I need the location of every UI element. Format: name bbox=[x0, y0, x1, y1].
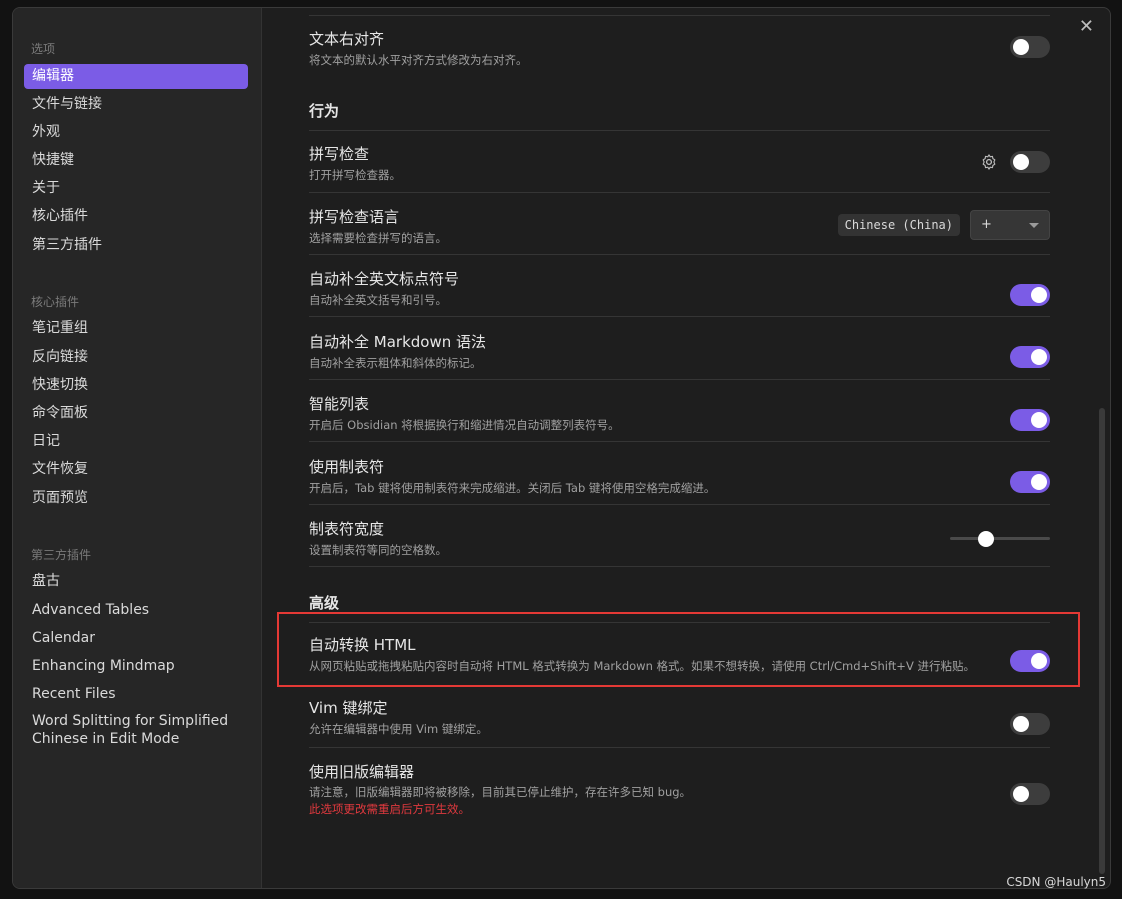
sidebar-item-quick-switcher[interactable]: 快速切换 bbox=[24, 373, 248, 398]
sidebar-item-file-recovery[interactable]: 文件恢复 bbox=[24, 457, 248, 482]
setting-title: Vim 键绑定 bbox=[309, 699, 388, 717]
setting-spellcheck: 拼写检查 打开拼写检查器。 bbox=[309, 130, 1050, 193]
setting-auto-pair-brackets: 自动补全英文标点符号 自动补全英文括号和引号。 bbox=[309, 254, 1050, 317]
setting-title: 智能列表 bbox=[309, 395, 370, 413]
setting-vim-keys: Vim 键绑定 允许在编辑器中使用 Vim 键绑定。 bbox=[309, 685, 1050, 748]
sidebar-item-note-composer[interactable]: 笔记重组 bbox=[24, 316, 248, 341]
spellcheck-toggle[interactable] bbox=[1010, 151, 1050, 173]
sidebar-item-backlinks[interactable]: 反向链接 bbox=[24, 345, 248, 370]
sidebar-item-advanced-tables[interactable]: Advanced Tables bbox=[24, 598, 248, 623]
setting-warning: 此选项更改需重启后方可生效。 bbox=[309, 802, 470, 816]
sidebar-item-pangu[interactable]: 盘古 bbox=[24, 569, 248, 594]
close-icon[interactable]: ✕ bbox=[1079, 16, 1094, 37]
use-tabs-toggle[interactable] bbox=[1010, 471, 1050, 493]
toggle-knob bbox=[1031, 474, 1047, 490]
setting-desc: 允许在编辑器中使用 Vim 键绑定。 bbox=[309, 722, 488, 736]
sidebar-item-appearance[interactable]: 外观 bbox=[24, 120, 248, 145]
smart-lists-toggle[interactable] bbox=[1010, 409, 1050, 431]
toggle-knob bbox=[1013, 716, 1029, 732]
tab-size-slider[interactable] bbox=[950, 537, 1050, 540]
setting-tab-size: 制表符宽度 设置制表符等同的空格数。 bbox=[309, 504, 1050, 567]
sidebar-item-core-plugins[interactable]: 核心插件 bbox=[24, 204, 248, 229]
watermark: CSDN @Haulyn5 bbox=[1006, 875, 1106, 889]
setting-desc: 自动补全英文括号和引号。 bbox=[309, 293, 447, 307]
sidebar-item-daily-notes[interactable]: 日记 bbox=[24, 429, 248, 454]
setting-legacy-editor: 使用旧版编辑器 请注意，旧版编辑器即将被移除，目前其已停止维护，存在许多已知 b… bbox=[309, 747, 1050, 828]
toggle-knob bbox=[1013, 39, 1029, 55]
auto-pair-markdown-toggle[interactable] bbox=[1010, 346, 1050, 368]
sidebar-heading-third-party: 第三方插件 bbox=[31, 548, 92, 562]
setting-desc: 自动补全表示粗体和斜体的标记。 bbox=[309, 356, 482, 370]
setting-right-align: 文本右对齐 将文本的默认水平对齐方式修改为右对齐。 bbox=[309, 26, 1050, 70]
setting-spellcheck-language: 拼写检查语言 选择需要检查拼写的语言。 Chinese (China) + bbox=[309, 192, 1050, 255]
gear-icon[interactable] bbox=[980, 153, 998, 171]
sidebar-item-recent-files[interactable]: Recent Files bbox=[24, 682, 248, 707]
sidebar-item-page-preview[interactable]: 页面预览 bbox=[24, 486, 248, 511]
toggle-knob bbox=[1013, 154, 1029, 170]
setting-title: 使用制表符 bbox=[309, 458, 385, 476]
right-align-toggle[interactable] bbox=[1010, 36, 1050, 58]
sidebar-item-hotkeys[interactable]: 快捷键 bbox=[24, 148, 248, 173]
setting-title: 拼写检查 bbox=[309, 145, 370, 163]
sidebar-item-about[interactable]: 关于 bbox=[24, 176, 248, 201]
toggle-knob bbox=[1013, 786, 1029, 802]
section-heading-behavior: 行为 bbox=[309, 102, 340, 120]
setting-title: 拼写检查语言 bbox=[309, 208, 400, 226]
setting-desc: 请注意，旧版编辑器即将被移除，目前其已停止维护，存在许多已知 bug。 bbox=[309, 785, 692, 799]
sidebar-item-files-links[interactable]: 文件与链接 bbox=[24, 92, 248, 117]
sidebar-item-community-plugins[interactable]: 第三方插件 bbox=[24, 233, 248, 258]
select-value: + bbox=[981, 217, 992, 232]
sidebar-item-enhancing-mindmap[interactable]: Enhancing Mindmap bbox=[24, 654, 248, 679]
setting-title: 文本右对齐 bbox=[309, 30, 385, 48]
vim-keys-toggle[interactable] bbox=[1010, 713, 1050, 735]
language-select[interactable]: + bbox=[970, 210, 1050, 240]
sidebar-heading-options: 选项 bbox=[31, 42, 56, 56]
setting-title: 自动补全英文标点符号 bbox=[309, 270, 460, 288]
settings-content: ✕ 文本右对齐 将文本的默认水平对齐方式修改为右对齐。 行为 拼写检查 打开拼写… bbox=[262, 8, 1110, 888]
sidebar-item-editor[interactable]: 编辑器 bbox=[24, 64, 248, 89]
toggle-knob bbox=[1031, 412, 1047, 428]
setting-use-tabs: 使用制表符 开启后，Tab 键将使用制表符来完成缩进。关闭后 Tab 键将使用空… bbox=[309, 441, 1050, 504]
toggle-knob bbox=[1031, 287, 1047, 303]
setting-desc: 设置制表符等同的空格数。 bbox=[309, 543, 447, 557]
setting-auto-pair-markdown: 自动补全 Markdown 语法 自动补全表示粗体和斜体的标记。 bbox=[309, 316, 1050, 379]
section-heading-advanced: 高级 bbox=[309, 594, 340, 612]
chevron-down-icon bbox=[1029, 223, 1039, 228]
setting-desc: 开启后 Obsidian 将根据换行和缩进情况自动调整列表符号。 bbox=[309, 418, 620, 432]
sidebar-item-command-palette[interactable]: 命令面板 bbox=[24, 401, 248, 426]
content-scrollbar[interactable] bbox=[1099, 408, 1105, 874]
setting-desc: 将文本的默认水平对齐方式修改为右对齐。 bbox=[309, 53, 528, 67]
setting-title: 使用旧版编辑器 bbox=[309, 763, 415, 781]
sidebar-item-calendar[interactable]: Calendar bbox=[24, 626, 248, 651]
sidebar-item-word-splitting[interactable]: Word Splitting for Simplified Chinese in… bbox=[24, 710, 248, 750]
divider bbox=[309, 566, 1050, 567]
language-chip[interactable]: Chinese (China) bbox=[837, 214, 960, 236]
setting-desc: 开启后，Tab 键将使用制表符来完成缩进。关闭后 Tab 键将使用空格完成缩进。 bbox=[309, 481, 716, 495]
settings-modal: 选项 编辑器 文件与链接 外观 快捷键 关于 核心插件 第三方插件 核心插件 笔… bbox=[12, 7, 1111, 889]
setting-title: 自动补全 Markdown 语法 bbox=[309, 333, 486, 351]
slider-handle[interactable] bbox=[978, 531, 994, 547]
highlight-box bbox=[277, 612, 1080, 687]
setting-desc: 选择需要检查拼写的语言。 bbox=[309, 231, 447, 245]
sidebar-heading-core: 核心插件 bbox=[31, 295, 80, 309]
setting-title: 制表符宽度 bbox=[309, 520, 385, 538]
legacy-editor-toggle[interactable] bbox=[1010, 783, 1050, 805]
auto-pair-brackets-toggle[interactable] bbox=[1010, 284, 1050, 306]
setting-desc: 打开拼写检查器。 bbox=[309, 168, 401, 182]
divider bbox=[309, 15, 1050, 16]
setting-smart-lists: 智能列表 开启后 Obsidian 将根据换行和缩进情况自动调整列表符号。 bbox=[309, 379, 1050, 442]
settings-sidebar: 选项 编辑器 文件与链接 外观 快捷键 关于 核心插件 第三方插件 核心插件 笔… bbox=[13, 8, 262, 888]
toggle-knob bbox=[1031, 349, 1047, 365]
